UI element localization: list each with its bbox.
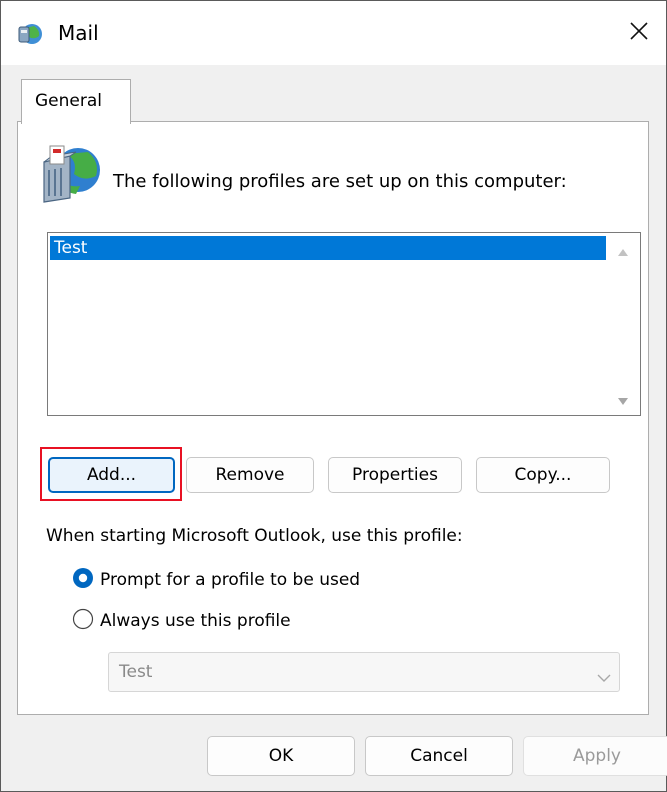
profiles-mailbox-icon — [40, 140, 102, 206]
always-use-profile-radio[interactable]: Always use this profile — [72, 608, 291, 634]
mail-dialog: Mail General The following profiles are … — [0, 0, 667, 792]
close-button[interactable] — [619, 13, 659, 53]
title-bar: Mail — [1, 1, 666, 65]
scroll-down-arrow-icon[interactable] — [616, 393, 630, 405]
prompt-profile-radio[interactable]: Prompt for a profile to be used — [72, 567, 360, 593]
tab-general[interactable]: General — [21, 79, 131, 124]
copy-button[interactable]: Copy... — [476, 457, 610, 493]
radio-unchecked-icon — [72, 608, 94, 634]
startup-profile-label: When starting Microsoft Outlook, use thi… — [46, 526, 463, 546]
radio-checked-icon — [72, 567, 94, 593]
apply-button: Apply — [523, 736, 667, 776]
close-icon — [629, 21, 649, 45]
add-button[interactable]: Add... — [48, 457, 175, 493]
ok-button[interactable]: OK — [207, 736, 355, 776]
intro-text: The following profiles are set up on thi… — [113, 171, 567, 192]
window-title: Mail — [58, 21, 99, 45]
profiles-listbox[interactable]: Test — [47, 232, 641, 416]
properties-button[interactable]: Properties — [328, 457, 462, 493]
profile-dropdown: Test — [108, 652, 620, 692]
general-panel: The following profiles are set up on thi… — [17, 121, 649, 715]
scroll-up-arrow-icon[interactable] — [616, 243, 630, 256]
mail-globe-icon — [17, 21, 43, 47]
list-item[interactable]: Test — [50, 236, 606, 260]
cancel-button[interactable]: Cancel — [365, 736, 513, 776]
tab-general-label: General — [35, 91, 102, 111]
chevron-down-icon — [597, 668, 611, 688]
remove-button[interactable]: Remove — [186, 457, 314, 493]
profile-dropdown-value: Test — [119, 662, 153, 682]
prompt-profile-label: Prompt for a profile to be used — [100, 570, 361, 590]
always-use-profile-label: Always use this profile — [100, 611, 291, 631]
